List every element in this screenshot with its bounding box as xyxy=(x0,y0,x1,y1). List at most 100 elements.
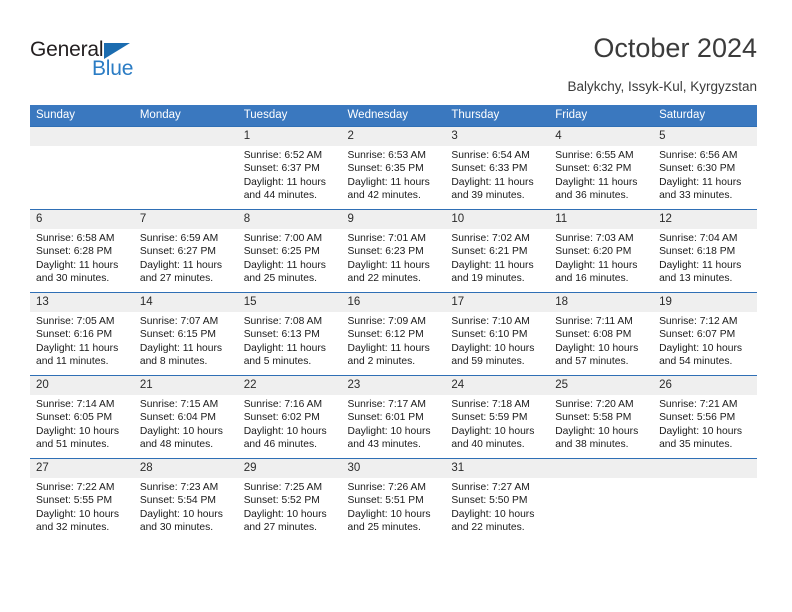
sunrise-text: Sunrise: 7:16 AM xyxy=(243,399,323,410)
day-number: 12 xyxy=(653,210,757,229)
calendar-day-cell[interactable]: 11 Sunrise: 7:03 AM Sunset: 6:20 PM Dayligh… xyxy=(549,209,654,293)
calendar-day-cell[interactable]: 8 Sunrise: 7:00 AM Sunset: 6:25 PM Daylight… xyxy=(237,209,342,293)
weekday-header-wednesday: Wednesday xyxy=(341,105,446,127)
day-details: Sunrise: 7:21 AM Sunset: 5:56 PM Daylight:… xyxy=(653,395,757,452)
day-details: Sunrise: 7:08 AM Sunset: 6:13 PM Daylight:… xyxy=(237,312,342,369)
day-number: 21 xyxy=(133,376,238,395)
calendar-week-row: 20 Sunrise: 7:14 AM Sunset: 6:05 PM Dayligh… xyxy=(30,375,757,459)
sunset-text: Sunset: 6:02 PM xyxy=(243,412,320,424)
calendar-day-cell[interactable]: 6 Sunrise: 6:58 AM Sunset: 6:28 PM Daylight… xyxy=(30,209,134,293)
sunrise-text: Sunrise: 6:54 AM xyxy=(451,150,530,161)
calendar-day-cell[interactable]: 12 Sunrise: 7:04 AM Sunset: 6:18 PM Dayligh… xyxy=(653,209,757,293)
day-number: 25 xyxy=(549,376,654,395)
sunrise-text: Sunrise: 7:17 AM xyxy=(347,399,426,410)
day-details: Sunrise: 7:07 AM Sunset: 6:15 PM Daylight:… xyxy=(133,312,238,369)
day-details: Sunrise: 7:27 AM Sunset: 5:50 PM Daylight:… xyxy=(445,478,550,535)
sunrise-text: Sunrise: 6:58 AM xyxy=(36,233,115,244)
calendar-day-cell[interactable]: 14 Sunrise: 7:07 AM Sunset: 6:15 PM Dayligh… xyxy=(133,292,238,376)
calendar-day-cell[interactable]: 18 Sunrise: 7:11 AM Sunset: 6:08 PM Dayligh… xyxy=(549,292,654,376)
sunset-text: Sunset: 6:08 PM xyxy=(555,329,632,341)
day-number xyxy=(549,459,654,478)
calendar-day-cell[interactable]: 1 Sunrise: 6:52 AM Sunset: 6:37 PM Daylight… xyxy=(237,126,342,210)
calendar-day-cell[interactable]: 28 Sunrise: 7:23 AM Sunset: 5:54 PM Dayligh… xyxy=(133,458,238,541)
calendar-day-cell[interactable]: 13 Sunrise: 7:05 AM Sunset: 6:16 PM Dayligh… xyxy=(30,292,134,376)
daylight-text: Daylight: 11 hours and 22 minutes. xyxy=(347,259,430,285)
page-title: October 2024 xyxy=(593,33,757,63)
calendar-week-row: 27 Sunrise: 7:22 AM Sunset: 5:55 PM Dayligh… xyxy=(30,458,757,541)
calendar-day-cell[interactable]: 5 Sunrise: 6:56 AM Sunset: 6:30 PM Daylight… xyxy=(653,126,757,210)
day-details: Sunrise: 6:52 AM Sunset: 6:37 PM Daylight:… xyxy=(237,146,342,203)
day-number: 10 xyxy=(445,210,550,229)
calendar-day-cell[interactable]: 23 Sunrise: 7:17 AM Sunset: 6:01 PM Dayligh… xyxy=(341,375,446,459)
daylight-text: Daylight: 11 hours and 16 minutes. xyxy=(555,259,638,285)
sunset-text: Sunset: 5:54 PM xyxy=(139,495,216,507)
calendar-day-cell[interactable]: 21 Sunrise: 7:15 AM Sunset: 6:04 PM Dayligh… xyxy=(133,375,238,459)
calendar-day-cell[interactable]: 30 Sunrise: 7:26 AM Sunset: 5:51 PM Dayligh… xyxy=(341,458,446,541)
sunrise-text: Sunrise: 7:12 AM xyxy=(659,316,738,327)
daylight-text: Daylight: 10 hours and 32 minutes. xyxy=(36,508,119,534)
sunrise-text: Sunrise: 7:10 AM xyxy=(451,316,530,327)
calendar-day-cell[interactable]: 29 Sunrise: 7:25 AM Sunset: 5:52 PM Dayligh… xyxy=(237,458,342,541)
sunset-text: Sunset: 6:28 PM xyxy=(36,246,113,258)
calendar-day-cell[interactable]: 10 Sunrise: 7:02 AM Sunset: 6:21 PM Dayligh… xyxy=(445,209,550,293)
sunset-text: Sunset: 5:55 PM xyxy=(36,495,113,507)
calendar-day-cell[interactable]: 22 Sunrise: 7:16 AM Sunset: 6:02 PM Dayligh… xyxy=(237,375,342,459)
day-details: Sunrise: 7:09 AM Sunset: 6:12 PM Daylight:… xyxy=(341,312,446,369)
sunrise-sunset-calendar-table: Sunday Monday Tuesday Wednesday Thursday… xyxy=(30,105,757,541)
calendar-day-cell[interactable]: 16 Sunrise: 7:09 AM Sunset: 6:12 PM Dayligh… xyxy=(341,292,446,376)
sunset-text: Sunset: 6:10 PM xyxy=(451,329,528,341)
day-details: Sunrise: 7:04 AM Sunset: 6:18 PM Daylight:… xyxy=(653,229,757,286)
calendar-body: 1 Sunrise: 6:52 AM Sunset: 6:37 PM Daylight… xyxy=(30,126,757,541)
sunrise-text: Sunrise: 7:14 AM xyxy=(36,399,115,410)
daylight-text: Daylight: 11 hours and 2 minutes. xyxy=(347,342,430,368)
sunrise-text: Sunrise: 7:04 AM xyxy=(659,233,738,244)
day-number: 18 xyxy=(549,293,654,312)
calendar-day-cell[interactable]: 19 Sunrise: 7:12 AM Sunset: 6:07 PM Dayligh… xyxy=(653,292,757,376)
calendar-day-cell-empty xyxy=(30,126,134,210)
calendar-day-cell[interactable]: 17 Sunrise: 7:10 AM Sunset: 6:10 PM Dayligh… xyxy=(445,292,550,376)
calendar-day-cell[interactable]: 24 Sunrise: 7:18 AM Sunset: 5:59 PM Dayligh… xyxy=(445,375,550,459)
daylight-text: Daylight: 10 hours and 25 minutes. xyxy=(347,508,431,534)
day-details: Sunrise: 7:20 AM Sunset: 5:58 PM Daylight:… xyxy=(549,395,654,452)
day-number: 11 xyxy=(549,210,654,229)
daylight-text: Daylight: 10 hours and 54 minutes. xyxy=(659,342,743,368)
daylight-text: Daylight: 11 hours and 19 minutes. xyxy=(451,259,534,285)
day-number: 19 xyxy=(653,293,757,312)
calendar-page: General Blue October 2024 Balykchy, Issy… xyxy=(0,0,792,612)
day-details xyxy=(133,146,238,149)
day-details: Sunrise: 7:00 AM Sunset: 6:25 PM Daylight:… xyxy=(237,229,342,286)
calendar-day-cell[interactable]: 3 Sunrise: 6:54 AM Sunset: 6:33 PM Daylight… xyxy=(445,126,550,210)
calendar-day-cell[interactable]: 27 Sunrise: 7:22 AM Sunset: 5:55 PM Dayligh… xyxy=(30,458,134,541)
calendar-day-cell[interactable]: 9 Sunrise: 7:01 AM Sunset: 6:23 PM Daylight… xyxy=(341,209,446,293)
sunrise-text: Sunrise: 7:23 AM xyxy=(139,482,219,493)
day-details: Sunrise: 7:14 AM Sunset: 6:05 PM Daylight:… xyxy=(30,395,134,452)
daylight-text: Daylight: 11 hours and 5 minutes. xyxy=(243,342,326,368)
calendar-day-cell-empty xyxy=(653,458,757,541)
daylight-text: Daylight: 11 hours and 39 minutes. xyxy=(451,176,534,202)
day-details: Sunrise: 7:18 AM Sunset: 5:59 PM Daylight:… xyxy=(445,395,550,452)
sunset-text: Sunset: 6:23 PM xyxy=(347,246,424,258)
calendar-day-cell[interactable]: 26 Sunrise: 7:21 AM Sunset: 5:56 PM Dayligh… xyxy=(653,375,757,459)
day-number: 5 xyxy=(653,127,757,146)
calendar-week-row: 6 Sunrise: 6:58 AM Sunset: 6:28 PM Daylight… xyxy=(30,209,757,293)
daylight-text: Daylight: 11 hours and 33 minutes. xyxy=(659,176,742,202)
calendar-day-cell[interactable]: 4 Sunrise: 6:55 AM Sunset: 6:32 PM Daylight… xyxy=(549,126,654,210)
calendar-day-cell[interactable]: 31 Sunrise: 7:27 AM Sunset: 5:50 PM Dayligh… xyxy=(445,458,550,541)
day-details: Sunrise: 7:11 AM Sunset: 6:08 PM Daylight:… xyxy=(549,312,654,369)
weekday-header-tuesday: Tuesday xyxy=(237,105,342,127)
day-number: 4 xyxy=(549,127,654,146)
sunset-text: Sunset: 6:37 PM xyxy=(243,163,320,175)
sunset-text: Sunset: 6:21 PM xyxy=(451,246,528,258)
calendar-day-cell[interactable]: 2 Sunrise: 6:53 AM Sunset: 6:35 PM Daylight… xyxy=(341,126,446,210)
sunset-text: Sunset: 6:20 PM xyxy=(555,246,632,258)
calendar-day-cell[interactable]: 25 Sunrise: 7:20 AM Sunset: 5:58 PM Dayligh… xyxy=(549,375,654,459)
sunrise-text: Sunrise: 6:59 AM xyxy=(139,233,219,244)
daylight-text: Daylight: 10 hours and 27 minutes. xyxy=(243,508,327,534)
calendar-day-cell[interactable]: 20 Sunrise: 7:14 AM Sunset: 6:05 PM Dayligh… xyxy=(30,375,134,459)
calendar-day-cell[interactable]: 15 Sunrise: 7:08 AM Sunset: 6:13 PM Dayligh… xyxy=(237,292,342,376)
day-details: Sunrise: 7:16 AM Sunset: 6:02 PM Daylight:… xyxy=(237,395,342,452)
sunrise-text: Sunrise: 7:18 AM xyxy=(451,399,530,410)
logo-text-blue: Blue xyxy=(92,57,134,80)
sunset-text: Sunset: 5:52 PM xyxy=(243,495,320,507)
calendar-day-cell[interactable]: 7 Sunrise: 6:59 AM Sunset: 6:27 PM Daylight… xyxy=(133,209,238,293)
